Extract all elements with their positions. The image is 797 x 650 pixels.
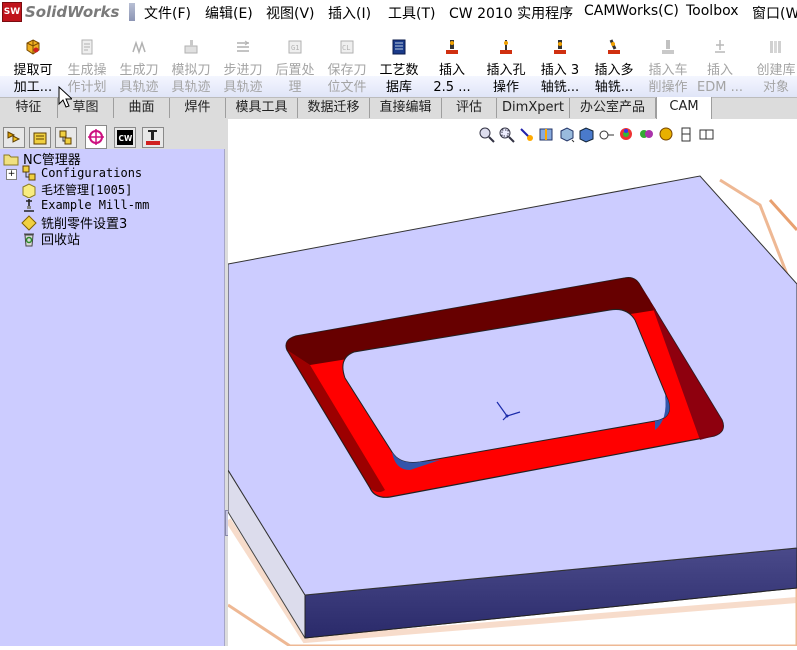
brand-name: SolidWorks	[25, 3, 120, 21]
tab-evaluate[interactable]: 评估	[442, 98, 497, 118]
dim-xpert-manager-icon	[88, 129, 104, 145]
tree-item-machine[interactable]: Example Mill-mm	[21, 197, 149, 213]
menu-camworks[interactable]: CAMWorks(C)	[584, 3, 679, 19]
save-cl-file-button[interactable]: CL 保存刀 位文件	[321, 39, 373, 96]
post-process-button[interactable]: G1 后置处理	[269, 39, 321, 96]
machine-icon	[24, 199, 34, 212]
command-manager-tabs: 特征 草图 曲面 焊件 模具工具 数据迁移 直接编辑 评估 DimXpert 办…	[0, 97, 797, 120]
insert-2-5-axis-feature-icon	[446, 40, 458, 54]
configurations-expander[interactable]: +	[6, 169, 17, 180]
insert-multiaxis-mill-button[interactable]: 插入多 轴铣...	[588, 39, 640, 96]
heads-up-view-toolbar	[478, 124, 715, 144]
solidworks-logo[interactable]: SW SolidWorks	[2, 2, 136, 22]
edit-appearance-icon[interactable]	[618, 126, 635, 143]
tab-cam[interactable]: CAM	[656, 97, 712, 119]
insert-multiaxis-mill-icon	[608, 39, 620, 54]
simulate-toolpath-icon	[184, 40, 198, 54]
apply-scene-icon[interactable]	[638, 126, 655, 143]
camworks-feature-tree-tab[interactable]: CW	[114, 127, 136, 148]
menu-file[interactable]: 文件(F)	[144, 3, 191, 23]
camworks-operation-tree-icon	[146, 130, 160, 145]
feature-manager-icon	[7, 131, 21, 143]
menu-cw-utilities[interactable]: CW 2010 实用程序	[449, 3, 573, 23]
tree-item-stock-manager[interactable]: 毛坯管理[1005]	[21, 181, 132, 198]
graphics-area[interactable]	[225, 119, 797, 648]
command-manager: 提取可 加工... 生成操 作计划 生成刀 具轨迹 模拟刀 具轨迹 步进刀 具轨迹 G1 …	[0, 24, 797, 98]
configurations-icon	[22, 165, 36, 181]
tree-item-recycle-bin[interactable]: 回收站	[21, 229, 80, 248]
solidworks-logo-icon: SW	[2, 2, 22, 22]
manager-pane-tabs: CW	[0, 119, 225, 149]
technology-database-icon	[392, 39, 406, 55]
property-manager-tab[interactable]	[29, 127, 51, 148]
insert-turn-operation-icon	[662, 40, 674, 54]
configuration-manager-tab[interactable]	[55, 127, 77, 148]
section-view-icon[interactable]	[538, 126, 555, 143]
camworks-operation-tree-tab[interactable]	[142, 127, 164, 148]
menu-bar: SW SolidWorks 文件(F) 编辑(E) 视图(V) 插入(I) 工具…	[0, 0, 797, 25]
tab-weldments[interactable]: 焊件	[170, 98, 226, 118]
insert-hole-operation-icon	[500, 40, 512, 54]
generate-toolpath-button[interactable]: 生成刀 具轨迹	[113, 39, 165, 96]
configuration-manager-icon	[59, 130, 72, 145]
zoom-to-area-icon[interactable]	[498, 126, 515, 143]
svg-text:CW: CW	[119, 134, 134, 143]
extract-machinable-features-icon	[26, 39, 40, 55]
zoom-to-fit-icon[interactable]	[478, 126, 495, 143]
view-orientation-icon[interactable]	[558, 126, 575, 143]
split-horizontal-icon[interactable]	[678, 126, 695, 143]
svg-text:G1: G1	[291, 44, 299, 52]
hide-show-items-icon[interactable]	[598, 126, 615, 143]
svg-text:CL: CL	[342, 44, 350, 52]
step-through-toolpath-button[interactable]: 步进刀 具轨迹	[217, 39, 269, 96]
part-model-view[interactable]	[225, 119, 797, 648]
split-vertical-icon[interactable]	[698, 126, 715, 143]
technology-database-button[interactable]: 工艺数 据库	[373, 39, 425, 96]
create-library-object-icon	[770, 41, 781, 53]
display-style-icon[interactable]	[578, 126, 595, 143]
feature-manager-tab[interactable]	[3, 127, 25, 148]
menu-edit[interactable]: 编辑(E)	[205, 3, 253, 23]
mouse-pointer-icon	[58, 86, 72, 108]
stock-manager-icon	[22, 182, 36, 198]
nc-manager-tree: NC管理器 + Configurations 毛坯管理[1005] Exampl…	[0, 149, 225, 646]
tab-dimxpert[interactable]: DimXpert	[497, 98, 570, 118]
camworks-feature-tree-icon: CW	[117, 130, 134, 145]
tab-direct-editing[interactable]: 直接编辑	[370, 98, 442, 118]
property-manager-icon	[33, 132, 47, 145]
insert-turn-operation-button[interactable]: 插入车 削操作	[642, 39, 694, 96]
tab-surfaces[interactable]: 曲面	[114, 98, 170, 118]
tree-item-configurations[interactable]: Configurations	[21, 165, 142, 181]
tab-office-products[interactable]: 办公室产品	[570, 98, 656, 118]
extract-machinable-features-button[interactable]: 提取可 加工...	[7, 39, 59, 96]
menu-window[interactable]: 窗口(W	[752, 3, 797, 23]
menu-view[interactable]: 视图(V)	[266, 3, 315, 23]
tab-mold-tools[interactable]: 模具工具	[226, 98, 298, 118]
nc-manager-icon	[3, 154, 19, 165]
tab-data-migration[interactable]: 数据迁移	[298, 98, 370, 118]
create-library-object-button[interactable]: 创建库 对象	[750, 39, 797, 96]
generate-toolpath-icon	[132, 40, 146, 55]
tab-features[interactable]: 特征	[0, 98, 58, 118]
dim-xpert-manager-tab[interactable]	[85, 125, 107, 149]
insert-edm-icon	[715, 40, 725, 53]
step-through-toolpath-icon	[237, 40, 249, 52]
post-process-icon: G1	[288, 40, 302, 54]
menu-insert[interactable]: 插入(I)	[328, 3, 371, 23]
insert-2-5-axis-feature-button[interactable]: 插入 2.5 ...	[426, 39, 478, 96]
previous-view-icon[interactable]	[518, 126, 535, 143]
save-cl-file-icon: CL	[340, 40, 354, 54]
recycle-bin-icon	[24, 233, 34, 246]
insert-edm-button[interactable]: 插入 EDM ...	[694, 39, 746, 96]
menu-toolbox[interactable]: Toolbox	[686, 3, 739, 19]
insert-3-axis-mill-button[interactable]: 插入 3 轴铣...	[534, 39, 586, 96]
menu-tools[interactable]: 工具(T)	[388, 3, 435, 23]
generate-operation-plan-icon	[81, 39, 93, 55]
menu-grip-icon	[129, 3, 136, 21]
insert-3-axis-mill-icon	[554, 40, 566, 54]
view-settings-icon[interactable]	[658, 126, 675, 143]
simulate-toolpath-button[interactable]: 模拟刀 具轨迹	[165, 39, 217, 96]
insert-hole-operation-button[interactable]: 插入孔 操作	[480, 39, 532, 96]
